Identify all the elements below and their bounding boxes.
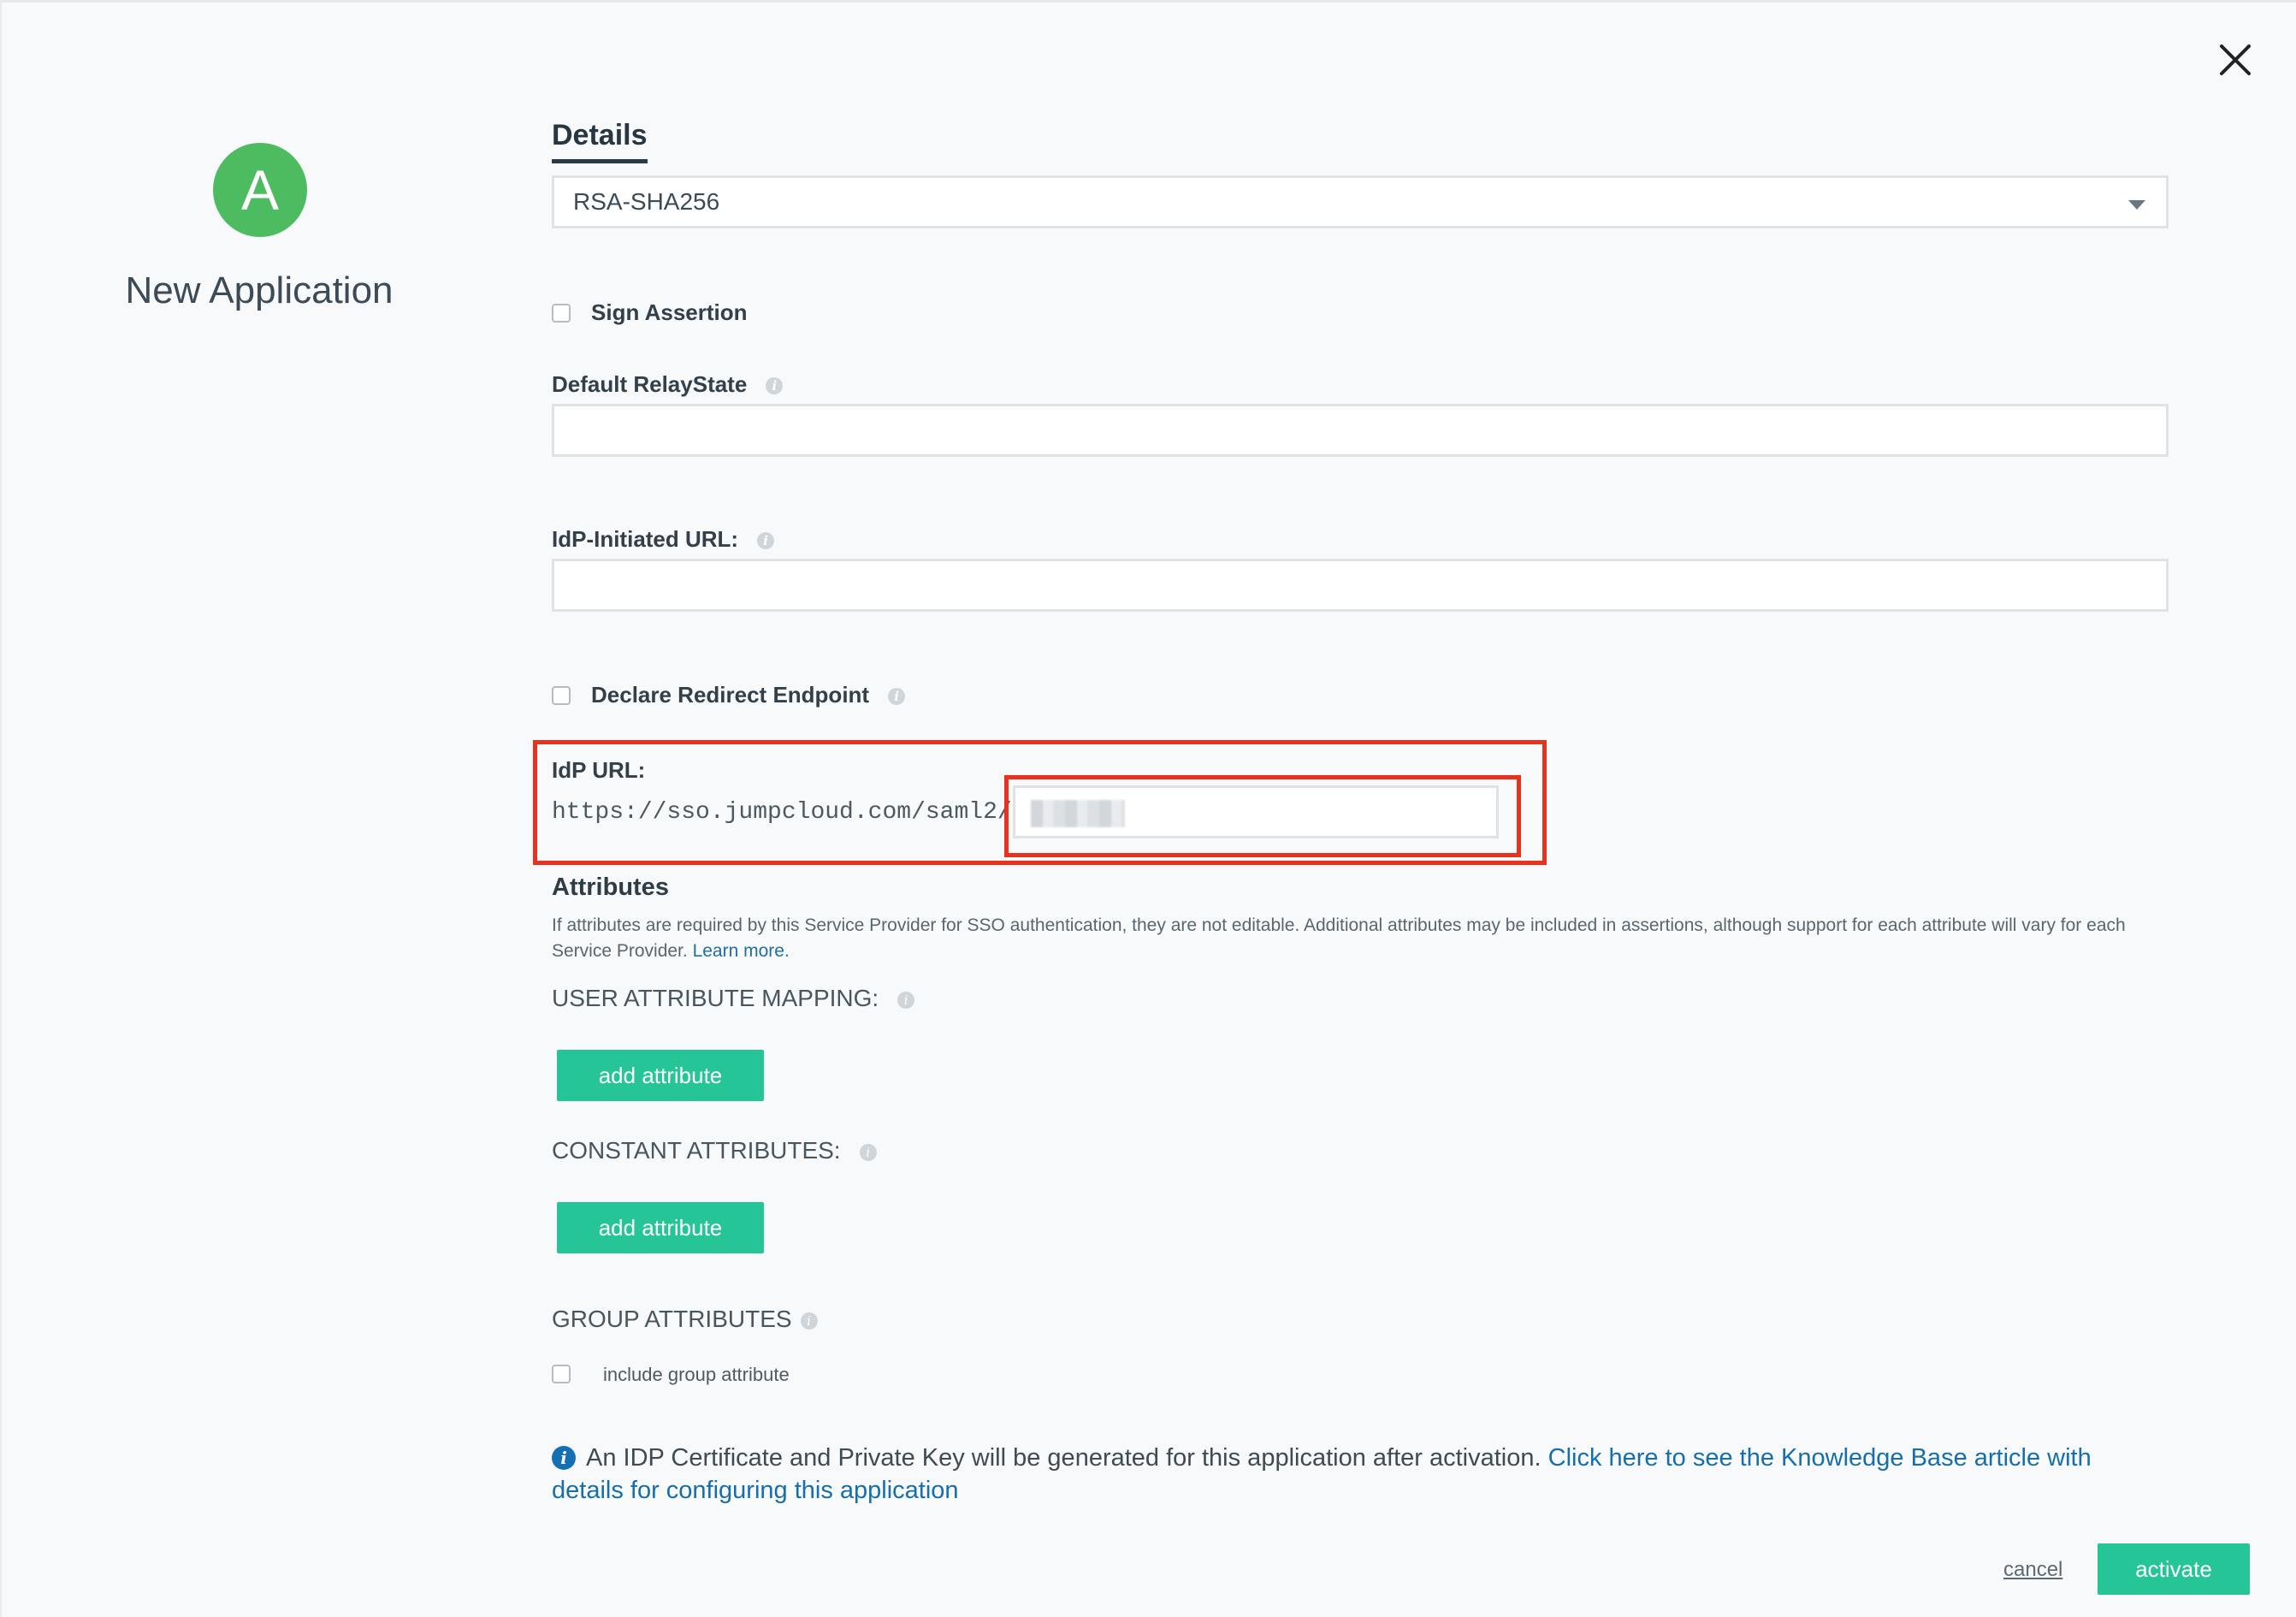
app-title: New Application	[125, 270, 394, 311]
attributes-title: Attributes	[552, 874, 669, 901]
info-icon[interactable]: i	[859, 1143, 877, 1161]
idp-url-label: IdP URL:	[552, 757, 646, 783]
constant-attributes-label: CONSTANT ATTRIBUTES: i	[552, 1137, 877, 1164]
idp-url-prefix: https://sso.jumpcloud.com/saml2/	[552, 799, 1012, 826]
sign-assertion-checkbox[interactable]	[552, 304, 571, 323]
cancel-link[interactable]: cancel	[2003, 1558, 2062, 1582]
info-icon[interactable]: i	[766, 377, 784, 395]
include-group-attribute-label: include group attribute	[603, 1364, 790, 1385]
idp-initiated-url-label: IdP-Initiated URL: i	[552, 526, 775, 553]
default-relaystate-label: Default RelayState i	[552, 371, 784, 398]
add-constant-attribute-button[interactable]: add attribute	[557, 1202, 764, 1253]
group-attributes-label: GROUP ATTRIBUTES i	[552, 1306, 818, 1333]
signature-algorithm-value: RSA-SHA256	[573, 188, 720, 215]
idp-initiated-url-input[interactable]	[552, 559, 2169, 612]
attributes-description: If attributes are required by this Servi…	[552, 915, 2126, 961]
declare-redirect-checkbox[interactable]	[552, 686, 571, 705]
idp-url-highlight: IdP URL: https://sso.jumpcloud.com/saml2…	[533, 740, 1547, 865]
info-circle-icon: i	[552, 1446, 576, 1470]
user-attribute-mapping-label: USER ATTRIBUTE MAPPING: i	[552, 985, 915, 1012]
tab-details[interactable]: Details	[552, 119, 648, 163]
default-relaystate-input[interactable]	[552, 404, 2169, 457]
close-icon[interactable]	[2216, 40, 2255, 80]
signature-algorithm-select[interactable]: RSA-SHA256	[552, 175, 2169, 228]
learn-more-link[interactable]: Learn more.	[693, 941, 790, 961]
declare-redirect-label: Declare Redirect Endpoint i	[591, 682, 906, 708]
redacted-text	[1031, 800, 1125, 827]
certificate-info-note: i An IDP Certificate and Private Key will…	[552, 1444, 2092, 1504]
info-icon[interactable]: i	[888, 688, 906, 706]
sign-assertion-label: Sign Assertion	[591, 299, 748, 325]
app-avatar: A	[213, 143, 307, 237]
idp-url-suffix-input[interactable]	[1013, 785, 1499, 838]
info-icon[interactable]: i	[897, 991, 915, 1009]
include-group-attribute-checkbox[interactable]	[552, 1365, 571, 1383]
chevron-down-icon	[2128, 200, 2145, 210]
info-icon[interactable]: i	[800, 1312, 818, 1330]
new-application-modal: A New Application Details RSA-SHA256 Sig…	[0, 0, 2296, 1617]
activate-button[interactable]: activate	[2098, 1543, 2250, 1595]
info-icon[interactable]: i	[757, 532, 775, 550]
add-user-attribute-button[interactable]: add attribute	[557, 1050, 764, 1101]
